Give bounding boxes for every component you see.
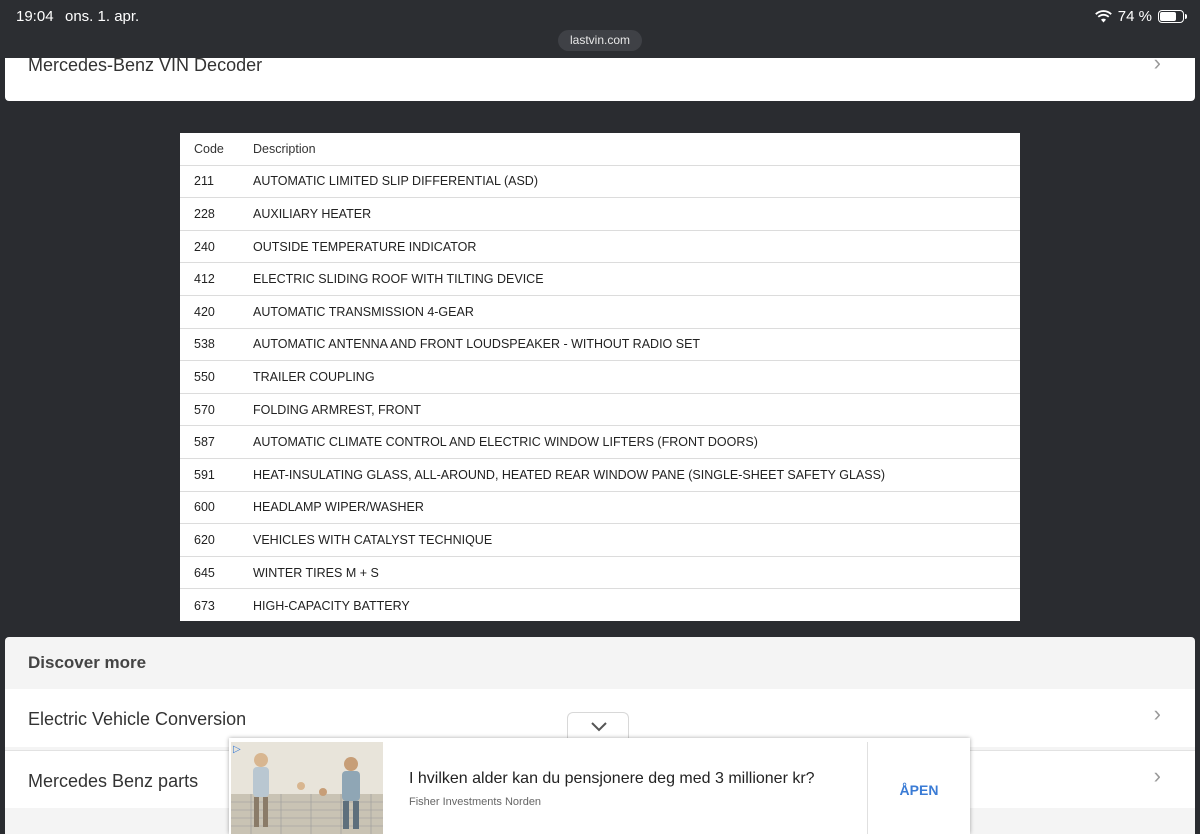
column-header-code: Code bbox=[194, 141, 224, 156]
option-codes-table: Code Description 211 AUTOMATIC LIMITED SL… bbox=[180, 133, 1020, 621]
code-cell: 420 bbox=[194, 304, 215, 319]
description-cell: AUTOMATIC CLIMATE CONTROL AND ELECTRIC W… bbox=[253, 435, 758, 450]
description-cell: VEHICLES WITH CATALYST TECHNIQUE bbox=[253, 532, 493, 547]
code-cell: 570 bbox=[194, 402, 215, 417]
code-cell: 587 bbox=[194, 435, 215, 450]
status-time: 19:04 bbox=[16, 8, 54, 25]
chevron-right-icon: › bbox=[1153, 701, 1161, 726]
table-row: 620 VEHICLES WITH CATALYST TECHNIQUE bbox=[180, 524, 1020, 557]
table-row: 211 AUTOMATIC LIMITED SLIP DIFFERENTIAL (… bbox=[180, 166, 1020, 199]
ad-banner[interactable]: ▷ I hvilken alder kan du pensjonere deg … bbox=[229, 738, 970, 834]
description-cell: AUTOMATIC TRANSMISSION 4-GEAR bbox=[253, 304, 474, 319]
vin-decoder-link[interactable]: Mercedes-Benz VIN Decoder › bbox=[5, 50, 1195, 101]
table-row: 420 AUTOMATIC TRANSMISSION 4-GEAR bbox=[180, 296, 1020, 329]
status-bar: 19:04 ons. 1. apr. 74 % lastvin.com bbox=[0, 0, 1200, 58]
description-cell: FOLDING ARMREST, FRONT bbox=[253, 402, 422, 417]
ad-open-button[interactable]: ÅPEN bbox=[868, 742, 970, 834]
chevron-right-icon: › bbox=[1153, 50, 1161, 75]
description-cell: HEAT-INSULATING GLASS, ALL-AROUND, HEATE… bbox=[253, 467, 886, 482]
description-cell: HIGH-CAPACITY BATTERY bbox=[253, 598, 410, 613]
discover-item-label: Mercedes Benz parts bbox=[28, 771, 199, 791]
code-cell: 228 bbox=[194, 206, 215, 221]
code-cell: 645 bbox=[194, 565, 215, 580]
wifi-icon bbox=[1094, 10, 1112, 23]
adchoices-icon[interactable]: ▷ bbox=[233, 744, 241, 755]
code-cell: 538 bbox=[194, 337, 215, 352]
table-row: 600 HEADLAMP WIPER/WASHER bbox=[180, 492, 1020, 525]
code-cell: 211 bbox=[194, 174, 214, 189]
table-row: 228 AUXILIARY HEATER bbox=[180, 198, 1020, 231]
status-date: ons. 1. apr. bbox=[65, 8, 140, 25]
code-cell: 620 bbox=[194, 532, 215, 547]
url-bar[interactable]: lastvin.com bbox=[558, 30, 642, 51]
description-cell: TRAILER COUPLING bbox=[253, 369, 375, 384]
ad-advertiser: Fisher Investments Norden bbox=[409, 796, 542, 808]
table-row: 412 ELECTRIC SLIDING ROOF WITH TILTING DE… bbox=[180, 263, 1020, 296]
ad-title[interactable]: I hvilken alder kan du pensjonere deg me… bbox=[409, 770, 815, 788]
discover-more-heading: Discover more bbox=[28, 653, 147, 672]
battery-percent: 74 % bbox=[1117, 8, 1152, 25]
chevron-down-icon bbox=[591, 722, 607, 732]
description-cell: HEADLAMP WIPER/WASHER bbox=[253, 500, 424, 515]
code-cell: 240 bbox=[194, 239, 215, 254]
description-cell: AUXILIARY HEATER bbox=[253, 206, 372, 221]
description-cell: AUTOMATIC LIMITED SLIP DIFFERENTIAL (ASD… bbox=[253, 174, 538, 189]
description-cell: OUTSIDE TEMPERATURE INDICATOR bbox=[253, 239, 477, 254]
table-row: 591 HEAT-INSULATING GLASS, ALL-AROUND, HE… bbox=[180, 459, 1020, 492]
status-indicators: 74 % bbox=[1094, 8, 1187, 25]
table-row: 538 AUTOMATIC ANTENNA AND FRONT LOUDSPEAK… bbox=[180, 329, 1020, 362]
description-cell: AUTOMATIC ANTENNA AND FRONT LOUDSPEAKER … bbox=[253, 337, 701, 352]
code-cell: 600 bbox=[194, 500, 215, 515]
chevron-right-icon: › bbox=[1153, 763, 1161, 788]
table-row: 645 WINTER TIRES M + S bbox=[180, 557, 1020, 590]
table-row: 673 HIGH-CAPACITY BATTERY bbox=[180, 589, 1020, 622]
table-row: 570 FOLDING ARMREST, FRONT bbox=[180, 394, 1020, 427]
code-cell: 412 bbox=[194, 272, 215, 287]
battery-level bbox=[1160, 12, 1176, 21]
battery-icon bbox=[1158, 10, 1187, 23]
discover-item-label: Electric Vehicle Conversion bbox=[28, 709, 247, 729]
description-cell: ELECTRIC SLIDING ROOF WITH TILTING DEVIC… bbox=[253, 272, 544, 287]
code-cell: 550 bbox=[194, 369, 215, 384]
description-cell: WINTER TIRES M + S bbox=[253, 565, 379, 580]
table-row: 240 OUTSIDE TEMPERATURE INDICATOR bbox=[180, 231, 1020, 264]
table-row: 550 TRAILER COUPLING bbox=[180, 361, 1020, 394]
table-header: Code Description bbox=[180, 133, 1020, 166]
code-cell: 673 bbox=[194, 598, 215, 613]
vin-decoder-title: Mercedes-Benz VIN Decoder bbox=[28, 55, 263, 75]
column-header-description: Description bbox=[253, 141, 316, 156]
table-row: 587 AUTOMATIC CLIMATE CONTROL AND ELECTRI… bbox=[180, 426, 1020, 459]
code-cell: 591 bbox=[194, 467, 215, 482]
ad-collapse-button[interactable] bbox=[567, 712, 629, 740]
ad-illustration-image bbox=[231, 742, 383, 834]
